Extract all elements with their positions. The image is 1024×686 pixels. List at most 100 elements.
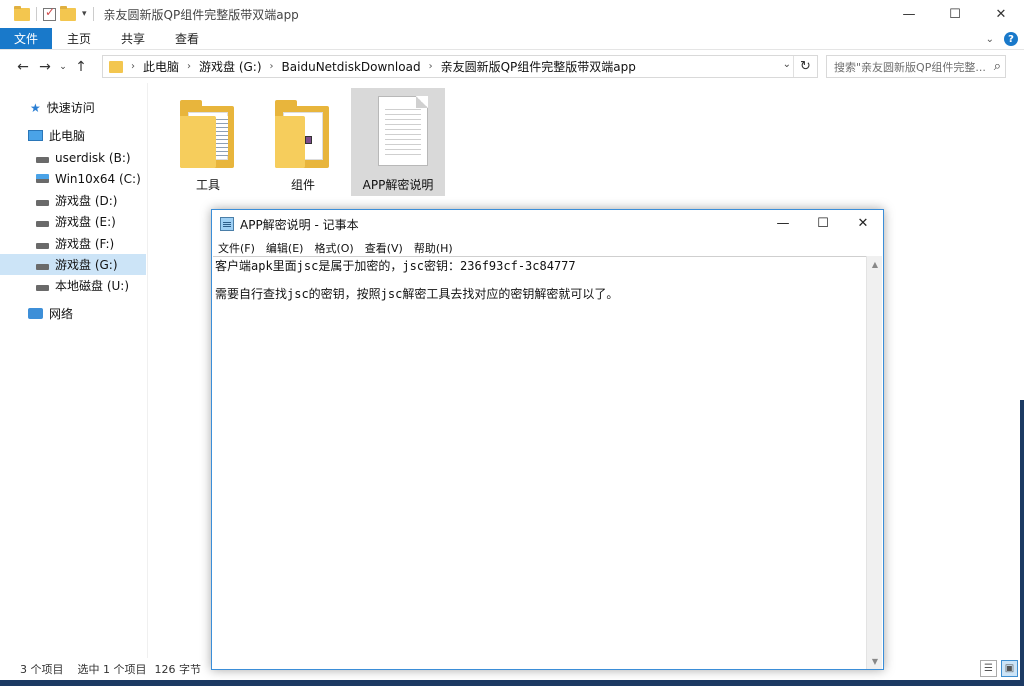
sidebar-item-drive-c[interactable]: Win10x64 (C:) (0, 168, 146, 189)
properties-checkmark-icon[interactable] (43, 5, 56, 21)
sidebar-item-drive-f[interactable]: 游戏盘 (F:) (0, 233, 146, 254)
menu-edit[interactable]: 编辑(E) (266, 240, 311, 256)
close-button[interactable]: ✕ (978, 0, 1024, 28)
breadcrumb-separator: › (187, 61, 192, 72)
sidebar-item-label: 游戏盘 (F:) (55, 237, 115, 251)
breadcrumb-separator: › (428, 61, 433, 72)
folder-icon (178, 96, 238, 172)
file-label: 工具 (195, 178, 220, 192)
computer-icon (28, 130, 43, 141)
notepad-minimize-button[interactable]: — (763, 210, 803, 236)
sidebar-item-quick-access[interactable]: ★ 快速访问 (0, 97, 146, 118)
sidebar-item-label: 快速访问 (46, 101, 95, 115)
selection-size: 126 字节 (154, 663, 202, 676)
breadcrumb-this-pc[interactable]: 此电脑 (143, 58, 179, 75)
notepad-maximize-button[interactable]: ☐ (803, 210, 843, 236)
item-count: 3 个项目 (20, 663, 64, 676)
notepad-text-area[interactable]: 客户端apk里面jsc是属于加密的，jsc密钥：236f93cf-3c84777… (213, 256, 867, 669)
minimize-button[interactable]: — (886, 0, 932, 28)
breadcrumb-drive-g[interactable]: 游戏盘 (G:) (199, 58, 262, 75)
drive-icon (36, 156, 49, 163)
vertical-scrollbar[interactable]: ▲ ▼ (866, 256, 882, 669)
search-icon[interactable]: ⌕ (994, 59, 1001, 74)
drive-icon (36, 263, 49, 270)
sidebar-item-drive-g[interactable]: 游戏盘 (G:) (0, 254, 146, 275)
notepad-window: APP解密说明 - 记事本 — ☐ ✕ 文件(F) 编辑(E) 格式(O) 查看… (211, 209, 884, 670)
file-item-app-readme[interactable]: APP解密说明 (351, 88, 445, 196)
sidebar-item-label: 游戏盘 (D:) (55, 194, 118, 208)
search-placeholder: 搜索"亲友圆新版QP组件完整... (834, 60, 986, 74)
menu-help[interactable]: 帮助(H) (414, 240, 460, 256)
drive-icon (36, 242, 49, 249)
toolbar-divider (92, 7, 94, 21)
notepad-close-button[interactable]: ✕ (843, 210, 883, 236)
sidebar-item-label: 网络 (49, 307, 74, 321)
sidebar-item-label: 游戏盘 (G:) (55, 258, 118, 272)
navigation-bar: ← → ⌄ ↑ › 此电脑 › 游戏盘 (G:) › BaiduNetdiskD… (0, 50, 1024, 83)
notepad-icon (220, 217, 234, 231)
scroll-down-icon[interactable]: ▼ (867, 653, 883, 669)
notepad-title-bar: APP解密说明 - 记事本 — ☐ ✕ (212, 210, 883, 238)
ribbon-tabs: 文件 主页 共享 查看 ⌄ ? (0, 28, 1024, 50)
sidebar-item-this-pc[interactable]: 此电脑 (0, 125, 146, 146)
tab-share[interactable]: 共享 (106, 28, 160, 49)
file-item-components-folder[interactable]: 组件 (256, 88, 350, 196)
up-button[interactable]: ↑ (70, 59, 92, 75)
folder-icon (109, 60, 123, 73)
breadcrumb-baidu-folder[interactable]: BaiduNetdiskDownload (282, 60, 421, 74)
tab-view[interactable]: 查看 (160, 28, 214, 49)
star-icon: ★ (30, 100, 41, 115)
sidebar-item-drive-u[interactable]: 本地磁盘 (U:) (0, 275, 146, 296)
help-icon[interactable]: ? (1004, 32, 1018, 46)
scroll-up-icon[interactable]: ▲ (867, 256, 883, 272)
back-button[interactable]: ← (12, 59, 34, 75)
expand-ribbon-icon[interactable]: ⌄ (986, 34, 994, 45)
selection-count: 选中 1 个项目 (77, 663, 147, 676)
tab-home[interactable]: 主页 (52, 28, 106, 49)
new-folder-icon[interactable] (60, 5, 76, 21)
notepad-menu-bar: 文件(F) 编辑(E) 格式(O) 查看(V) 帮助(H) (212, 238, 883, 257)
file-explorer-window: ▾ 亲友圆新版QP组件完整版带双端app — ☐ ✕ 文件 主页 共享 查看 ⌄… (0, 0, 1024, 686)
sidebar-item-label: 此电脑 (49, 129, 86, 143)
window-title: 亲友圆新版QP组件完整版带双端app (103, 7, 299, 22)
title-bar: ▾ 亲友圆新版QP组件完整版带双端app — ☐ ✕ (0, 0, 1024, 28)
drive-icon (36, 284, 49, 291)
breadcrumb-separator: › (131, 61, 135, 72)
customize-dropdown-icon[interactable]: ▾ (82, 9, 87, 19)
taskbar-edge (0, 680, 1024, 686)
file-item-tools-folder[interactable]: 工具 (161, 88, 255, 196)
breadcrumb-separator: › (269, 61, 274, 72)
sidebar-item-label: Win10x64 (C:) (55, 171, 141, 186)
sidebar-item-network[interactable]: 网络 (0, 303, 146, 324)
folder-icon[interactable] (14, 5, 30, 21)
text-line: 客户端apk里面jsc是属于加密的，jsc密钥：236f93cf-3c84777 (215, 259, 576, 273)
breadcrumb-current-folder[interactable]: 亲友圆新版QP组件完整版带双端app (441, 58, 636, 75)
address-bar[interactable]: › 此电脑 › 游戏盘 (G:) › BaiduNetdiskDownload … (102, 55, 818, 78)
menu-file[interactable]: 文件(F) (218, 240, 262, 256)
search-input[interactable]: 搜索"亲友圆新版QP组件完整... ⌕ (826, 55, 1006, 78)
text-document-icon (368, 96, 428, 172)
forward-button[interactable]: → (34, 59, 56, 75)
sidebar-item-label: 游戏盘 (E:) (55, 215, 116, 229)
notepad-title: APP解密说明 - 记事本 (240, 217, 359, 232)
windows-drive-icon (36, 174, 49, 183)
large-icons-view-icon[interactable]: ▣ (1001, 660, 1018, 677)
sidebar-item-drive-e[interactable]: 游戏盘 (E:) (0, 211, 146, 232)
maximize-button[interactable]: ☐ (932, 0, 978, 28)
menu-view[interactable]: 查看(V) (365, 240, 410, 256)
view-switcher: ☰ ▣ (980, 660, 1018, 677)
navigation-pane: ★ 快速访问 此电脑 userdisk (B:) Win10x64 (C:) 游… (0, 83, 148, 658)
notepad-window-controls: — ☐ ✕ (763, 210, 883, 236)
address-dropdown-icon[interactable]: ⌄ (783, 59, 791, 70)
text-line: 需要自行查找jsc的密钥，按照jsc解密工具去找对应的密钥解密就可以了。 (215, 287, 619, 301)
sidebar-item-drive-d[interactable]: 游戏盘 (D:) (0, 190, 146, 211)
folder-icon (273, 96, 333, 172)
sidebar-item-label: userdisk (B:) (55, 150, 131, 165)
recent-locations-icon[interactable]: ⌄ (56, 62, 70, 72)
tab-file[interactable]: 文件 (0, 28, 53, 49)
details-view-icon[interactable]: ☰ (980, 660, 997, 677)
sidebar-item-drive-b[interactable]: userdisk (B:) (0, 147, 146, 168)
file-label: APP解密说明 (362, 178, 434, 192)
menu-format[interactable]: 格式(O) (314, 240, 360, 256)
refresh-button[interactable]: ↻ (793, 56, 817, 77)
